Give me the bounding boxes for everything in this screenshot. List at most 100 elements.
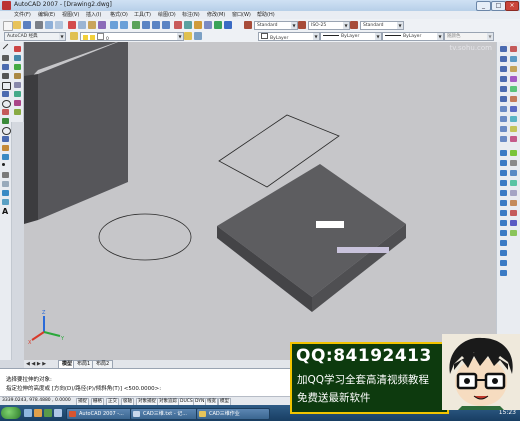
tool-palettes-icon[interactable] bbox=[194, 21, 202, 29]
menu-insert[interactable]: 插入(I) bbox=[86, 11, 101, 19]
modeling-subtract-icon[interactable] bbox=[510, 136, 517, 142]
modeling-sweep-icon[interactable] bbox=[510, 170, 517, 176]
cut-icon[interactable] bbox=[68, 21, 76, 29]
linetype-select[interactable]: ByLayer ▼ bbox=[320, 32, 382, 41]
ucs-world-icon[interactable] bbox=[500, 160, 507, 166]
modeling-intersect-icon[interactable] bbox=[510, 150, 517, 156]
menu-draw[interactable]: 绘图(D) bbox=[158, 11, 176, 19]
modeling-wedge-icon[interactable] bbox=[510, 86, 517, 92]
menu-view[interactable]: 视图(V) bbox=[62, 11, 79, 19]
point-icon[interactable] bbox=[2, 163, 5, 166]
modeling-press-pull-icon[interactable] bbox=[510, 160, 517, 166]
view-ne-iso-icon[interactable] bbox=[500, 126, 507, 132]
ucs-view-icon[interactable] bbox=[500, 200, 507, 206]
menu-modify[interactable]: 修改(M) bbox=[207, 11, 225, 19]
view-right-icon[interactable] bbox=[500, 76, 507, 82]
arc-icon[interactable] bbox=[2, 91, 9, 97]
spline-icon[interactable] bbox=[2, 118, 9, 124]
menu-format[interactable]: 格式(O) bbox=[110, 11, 128, 19]
zoom-realtime-icon[interactable] bbox=[142, 21, 150, 29]
sheet-set-icon[interactable] bbox=[204, 21, 212, 29]
start-button[interactable] bbox=[1, 407, 21, 419]
table-style-select[interactable]: Standard ▼ bbox=[360, 21, 404, 30]
make-current-layer-icon[interactable] bbox=[184, 32, 192, 40]
match-properties-icon[interactable] bbox=[98, 21, 106, 29]
maximize-button[interactable]: □ bbox=[491, 1, 506, 11]
modeling-torus-icon[interactable] bbox=[510, 96, 517, 102]
polygon-icon[interactable] bbox=[2, 73, 9, 79]
design-center-icon[interactable] bbox=[184, 21, 192, 29]
modeling-loft-icon[interactable] bbox=[510, 180, 517, 186]
layer-select[interactable]: 0 ▼ bbox=[80, 32, 184, 41]
quick-launch-icon[interactable] bbox=[54, 409, 62, 417]
redo-icon[interactable] bbox=[120, 21, 128, 29]
view-front-icon[interactable] bbox=[500, 86, 507, 92]
taskbar-item-autocad[interactable]: AutoCAD 2007 -... bbox=[66, 408, 140, 420]
print-icon[interactable] bbox=[35, 21, 43, 29]
modeling-extrude-icon[interactable] bbox=[510, 106, 517, 112]
region-icon[interactable] bbox=[2, 190, 9, 196]
ucs-origin-icon[interactable] bbox=[500, 210, 507, 216]
ucs-x-icon[interactable] bbox=[500, 240, 507, 246]
modeling-cone-icon[interactable] bbox=[510, 76, 517, 82]
make-block-icon[interactable] bbox=[2, 154, 9, 160]
line-icon[interactable] bbox=[2, 43, 9, 50]
paste-icon[interactable] bbox=[88, 21, 96, 29]
properties-icon[interactable] bbox=[174, 21, 182, 29]
rotate-icon[interactable] bbox=[14, 100, 21, 106]
ucs-apply-icon[interactable] bbox=[500, 270, 507, 276]
ucs-icon[interactable] bbox=[500, 150, 507, 156]
close-button[interactable]: × bbox=[505, 1, 519, 11]
ucs-face-icon[interactable] bbox=[500, 180, 507, 186]
hatch-icon[interactable] bbox=[2, 172, 9, 178]
workspace-select[interactable]: AutoCAD 经典 ▼ bbox=[4, 32, 66, 41]
copy-object-icon[interactable] bbox=[14, 55, 21, 61]
command-prompt-line[interactable]: 指定拉伸的高度或 [方向(D)/路径(P)/倾斜角(T)] <500.0000>… bbox=[6, 384, 161, 392]
move-icon[interactable] bbox=[14, 91, 21, 97]
menu-tools[interactable]: 工具(T) bbox=[134, 11, 151, 19]
view-nw-iso-icon[interactable] bbox=[500, 136, 507, 142]
color-select[interactable]: ByLayer ▼ bbox=[258, 32, 320, 41]
erase-icon[interactable] bbox=[14, 46, 21, 52]
revision-cloud-icon[interactable] bbox=[2, 109, 9, 115]
ellipse-icon[interactable] bbox=[2, 127, 11, 135]
quick-launch-icon[interactable] bbox=[44, 409, 52, 417]
plot-style-select[interactable]: 随颜色 ▼ bbox=[444, 32, 494, 41]
lineweight-select[interactable]: ByLayer ▼ bbox=[382, 32, 444, 41]
extruded-slab-solid[interactable] bbox=[217, 164, 406, 312]
view-back-icon[interactable] bbox=[500, 96, 507, 102]
save-icon[interactable] bbox=[23, 21, 31, 29]
help-icon[interactable] bbox=[224, 21, 232, 29]
modeling-helix-icon[interactable] bbox=[510, 190, 517, 196]
zoom-window-icon[interactable] bbox=[152, 21, 160, 29]
minimize-button[interactable]: _ bbox=[476, 1, 491, 11]
drawing-canvas[interactable]: tv.sohu.com Z X Y bbox=[24, 42, 496, 360]
view-sw-iso-icon[interactable] bbox=[500, 106, 507, 112]
zoom-previous-icon[interactable] bbox=[162, 21, 170, 29]
publish-icon[interactable] bbox=[55, 21, 63, 29]
open-icon[interactable] bbox=[13, 21, 21, 29]
view-top-icon[interactable] bbox=[500, 46, 507, 52]
construction-line-icon[interactable] bbox=[2, 55, 9, 61]
ucs-3point-icon[interactable] bbox=[500, 230, 507, 236]
modeling-sphere-icon[interactable] bbox=[510, 56, 517, 62]
menu-file[interactable]: 文件(F) bbox=[14, 11, 31, 19]
ucs-previous-icon[interactable] bbox=[500, 170, 507, 176]
table-icon[interactable] bbox=[2, 199, 9, 205]
dim-style-select[interactable]: ISO-25 ▼ bbox=[308, 21, 350, 30]
modeling-3d-array-icon[interactable] bbox=[510, 230, 517, 236]
modeling-3d-rotate-icon[interactable] bbox=[510, 210, 517, 216]
taskbar-item-notepad[interactable]: CAD三维.txt - 记... bbox=[130, 408, 206, 420]
menu-edit[interactable]: 编辑(E) bbox=[38, 11, 55, 19]
modeling-cylinder-icon[interactable] bbox=[510, 66, 517, 72]
layer-manager-icon[interactable] bbox=[70, 32, 78, 40]
tab-nav-arrows[interactable]: ◀ ◀ ▶ ▶ bbox=[26, 360, 58, 368]
markup-icon[interactable] bbox=[214, 21, 222, 29]
view-se-iso-icon[interactable] bbox=[500, 116, 507, 122]
layer-previous-icon[interactable] bbox=[194, 32, 202, 40]
ellipse-arc-icon[interactable] bbox=[2, 136, 9, 142]
ucs-z-axis-icon[interactable] bbox=[500, 220, 507, 226]
modeling-revolve-icon[interactable] bbox=[510, 116, 517, 122]
menu-window[interactable]: 窗口(W) bbox=[232, 11, 251, 19]
menu-dimension[interactable]: 标注(N) bbox=[182, 11, 200, 19]
